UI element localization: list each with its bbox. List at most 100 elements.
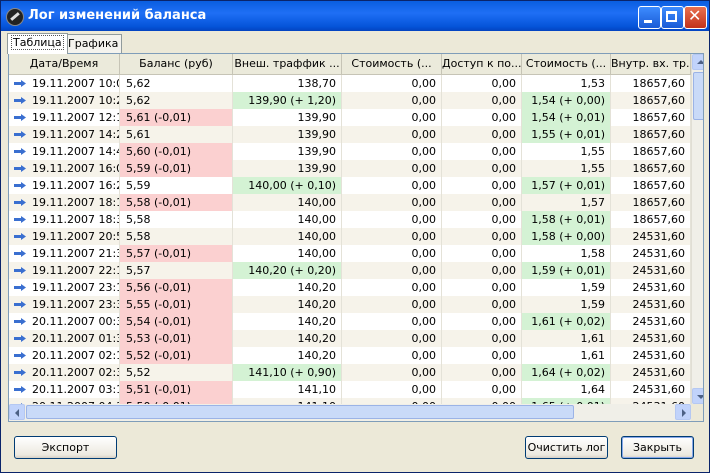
column-header-cost-2[interactable]: Стоимость (...	[522, 54, 611, 74]
table-row[interactable]: 19.11.2007 14:415,60 (-0,01)139,900,000,…	[9, 143, 691, 160]
close-window-button[interactable]: ✕	[684, 6, 707, 29]
horizontal-scroll-thumb[interactable]	[26, 405, 574, 419]
table-row[interactable]: 19.11.2007 20:595,58140,000,000,001,58 (…	[9, 228, 691, 245]
scroll-down-button[interactable]	[692, 388, 703, 404]
cell-int-traffic: 24531,60	[611, 330, 691, 347]
table-row[interactable]: 19.11.2007 18:355,58140,000,000,001,58 (…	[9, 211, 691, 228]
tab-table[interactable]: Таблица	[7, 33, 68, 54]
cell-int-traffic: 18657,60	[611, 143, 691, 160]
table-row[interactable]: 19.11.2007 16:015,59 (-0,01)139,900,000,…	[9, 160, 691, 177]
table-row[interactable]: 19.11.2007 14:215,61139,900,000,001,55 (…	[9, 126, 691, 143]
cell-balance: 5,55 (-0,01)	[120, 296, 233, 313]
balance-log-grid[interactable]: Дата/Время Баланс (руб) Внеш. траффик ..…	[8, 53, 704, 422]
cell-access: 0,00	[442, 245, 522, 262]
cell-access: 0,00	[442, 347, 522, 364]
close-button[interactable]: Закрыть	[621, 436, 694, 459]
row-arrow-icon	[14, 369, 26, 376]
scroll-right-button[interactable]	[675, 404, 691, 420]
cell-ext-traffic: 139,90	[233, 143, 342, 160]
tab-graphics[interactable]: Графика	[64, 34, 123, 53]
export-button[interactable]: Экспорт	[14, 436, 117, 459]
table-row[interactable]: 20.11.2007 02:135,52 (-0,01)140,200,000,…	[9, 347, 691, 364]
clear-log-button[interactable]: Очистить лог	[525, 436, 608, 459]
cell-balance: 5,62	[120, 75, 233, 92]
table-row[interactable]: 19.11.2007 23:335,55 (-0,01)140,200,000,…	[9, 296, 691, 313]
table-row[interactable]: 20.11.2007 00:335,54 (-0,01)140,200,000,…	[9, 313, 691, 330]
row-arrow-icon	[14, 97, 26, 104]
column-header-access[interactable]: Доступ к по...	[442, 54, 522, 74]
cell-cost-2: 1,58 (+ 0,00)	[522, 228, 611, 245]
cell-access: 0,00	[442, 194, 522, 211]
table-row[interactable]: 19.11.2007 22:195,57140,20 (+ 0,20)0,000…	[9, 262, 691, 279]
cell-balance: 5,56 (-0,01)	[120, 279, 233, 296]
cell-ext-traffic: 140,20	[233, 313, 342, 330]
table-row[interactable]: 19.11.2007 18:155,58 (-0,01)140,000,000,…	[9, 194, 691, 211]
cell-access: 0,00	[442, 364, 522, 381]
horizontal-scrollbar[interactable]	[9, 404, 691, 421]
cell-cost-1: 0,00	[342, 160, 442, 177]
cell-balance: 5,57	[120, 262, 233, 279]
title-bar[interactable]: Лог изменений баланса ✕	[1, 1, 709, 31]
scroll-corner	[691, 404, 703, 421]
cell-cost-2: 1,55	[522, 143, 611, 160]
table-row[interactable]: 20.11.2007 01:335,53 (-0,01)140,200,000,…	[9, 330, 691, 347]
cell-ext-traffic: 141,10 (+ 0,90)	[233, 364, 342, 381]
scroll-left-icon	[15, 409, 19, 417]
row-arrow-icon	[14, 148, 26, 155]
minimize-button[interactable]	[638, 6, 661, 29]
vertical-scroll-thumb[interactable]	[693, 72, 703, 120]
cell-ext-traffic: 140,20	[233, 347, 342, 364]
cell-ext-traffic: 140,20	[233, 330, 342, 347]
cell-cost-1: 0,00	[342, 194, 442, 211]
grid-rows: 19.11.2007 10:045,62138,700,000,001,5318…	[9, 75, 691, 404]
scroll-down-icon	[697, 395, 703, 399]
cell-int-traffic: 18657,60	[611, 126, 691, 143]
table-row[interactable]: 19.11.2007 10:045,62138,700,000,001,5318…	[9, 75, 691, 92]
cell-access: 0,00	[442, 262, 522, 279]
table-row[interactable]: 19.11.2007 12:155,61 (-0,01)139,900,000,…	[9, 109, 691, 126]
column-header-int-traffic[interactable]: Внутр. вх. тр...	[611, 54, 691, 74]
cell-int-traffic: 18657,60	[611, 211, 691, 228]
cell-balance: 5,57 (-0,01)	[120, 245, 233, 262]
cell-cost-1: 0,00	[342, 177, 442, 194]
table-row[interactable]: 19.11.2007 16:215,59140,00 (+ 0,10)0,000…	[9, 177, 691, 194]
cell-ext-traffic: 140,00	[233, 245, 342, 262]
column-header-datetime[interactable]: Дата/Время	[9, 54, 120, 74]
scroll-left-button[interactable]	[9, 404, 25, 420]
cell-int-traffic: 24531,60	[611, 228, 691, 245]
tab-table-label: Таблица	[11, 35, 64, 50]
cell-cost-1: 0,00	[342, 109, 442, 126]
table-row[interactable]: 19.11.2007 21:395,57 (-0,01)140,000,000,…	[9, 245, 691, 262]
cell-access: 0,00	[442, 296, 522, 313]
cell-balance: 5,51 (-0,01)	[120, 381, 233, 398]
cell-cost-2: 1,54 (+ 0,01)	[522, 109, 611, 126]
cell-ext-traffic: 140,00	[233, 228, 342, 245]
cell-ext-traffic: 140,00	[233, 211, 342, 228]
maximize-button[interactable]	[661, 6, 684, 29]
column-header-cost-1[interactable]: Стоимость (...	[342, 54, 442, 74]
column-header-ext-traffic[interactable]: Внеш. траффик ...	[233, 54, 342, 74]
cell-ext-traffic: 138,70	[233, 75, 342, 92]
column-header-balance[interactable]: Баланс (руб)	[120, 54, 233, 74]
vertical-scrollbar[interactable]	[691, 54, 703, 404]
cell-cost-1: 0,00	[342, 347, 442, 364]
cell-balance: 5,52 (-0,01)	[120, 347, 233, 364]
cell-ext-traffic: 139,90	[233, 109, 342, 126]
table-row[interactable]: 20.11.2007 02:335,52141,10 (+ 0,90)0,000…	[9, 364, 691, 381]
cell-cost-2: 1,58 (+ 0,01)	[522, 211, 611, 228]
table-row[interactable]: 20.11.2007 03:135,51 (-0,01)141,100,000,…	[9, 381, 691, 398]
close-icon: ✕	[688, 6, 702, 25]
cell-cost-2: 1,64	[522, 381, 611, 398]
cell-cost-2: 1,57 (+ 0,01)	[522, 177, 611, 194]
cell-cost-2: 1,58	[522, 245, 611, 262]
tab-graphics-label: Графика	[68, 37, 119, 50]
cell-access: 0,00	[442, 143, 522, 160]
cell-int-traffic: 18657,60	[611, 92, 691, 109]
cell-int-traffic: 24531,60	[611, 245, 691, 262]
cell-access: 0,00	[442, 279, 522, 296]
scroll-up-button[interactable]	[692, 54, 703, 70]
cell-cost-1: 0,00	[342, 228, 442, 245]
cell-ext-traffic: 139,90 (+ 1,20)	[233, 92, 342, 109]
table-row[interactable]: 19.11.2007 23:135,56 (-0,01)140,200,000,…	[9, 279, 691, 296]
table-row[interactable]: 19.11.2007 10:225,62139,90 (+ 1,20)0,000…	[9, 92, 691, 109]
